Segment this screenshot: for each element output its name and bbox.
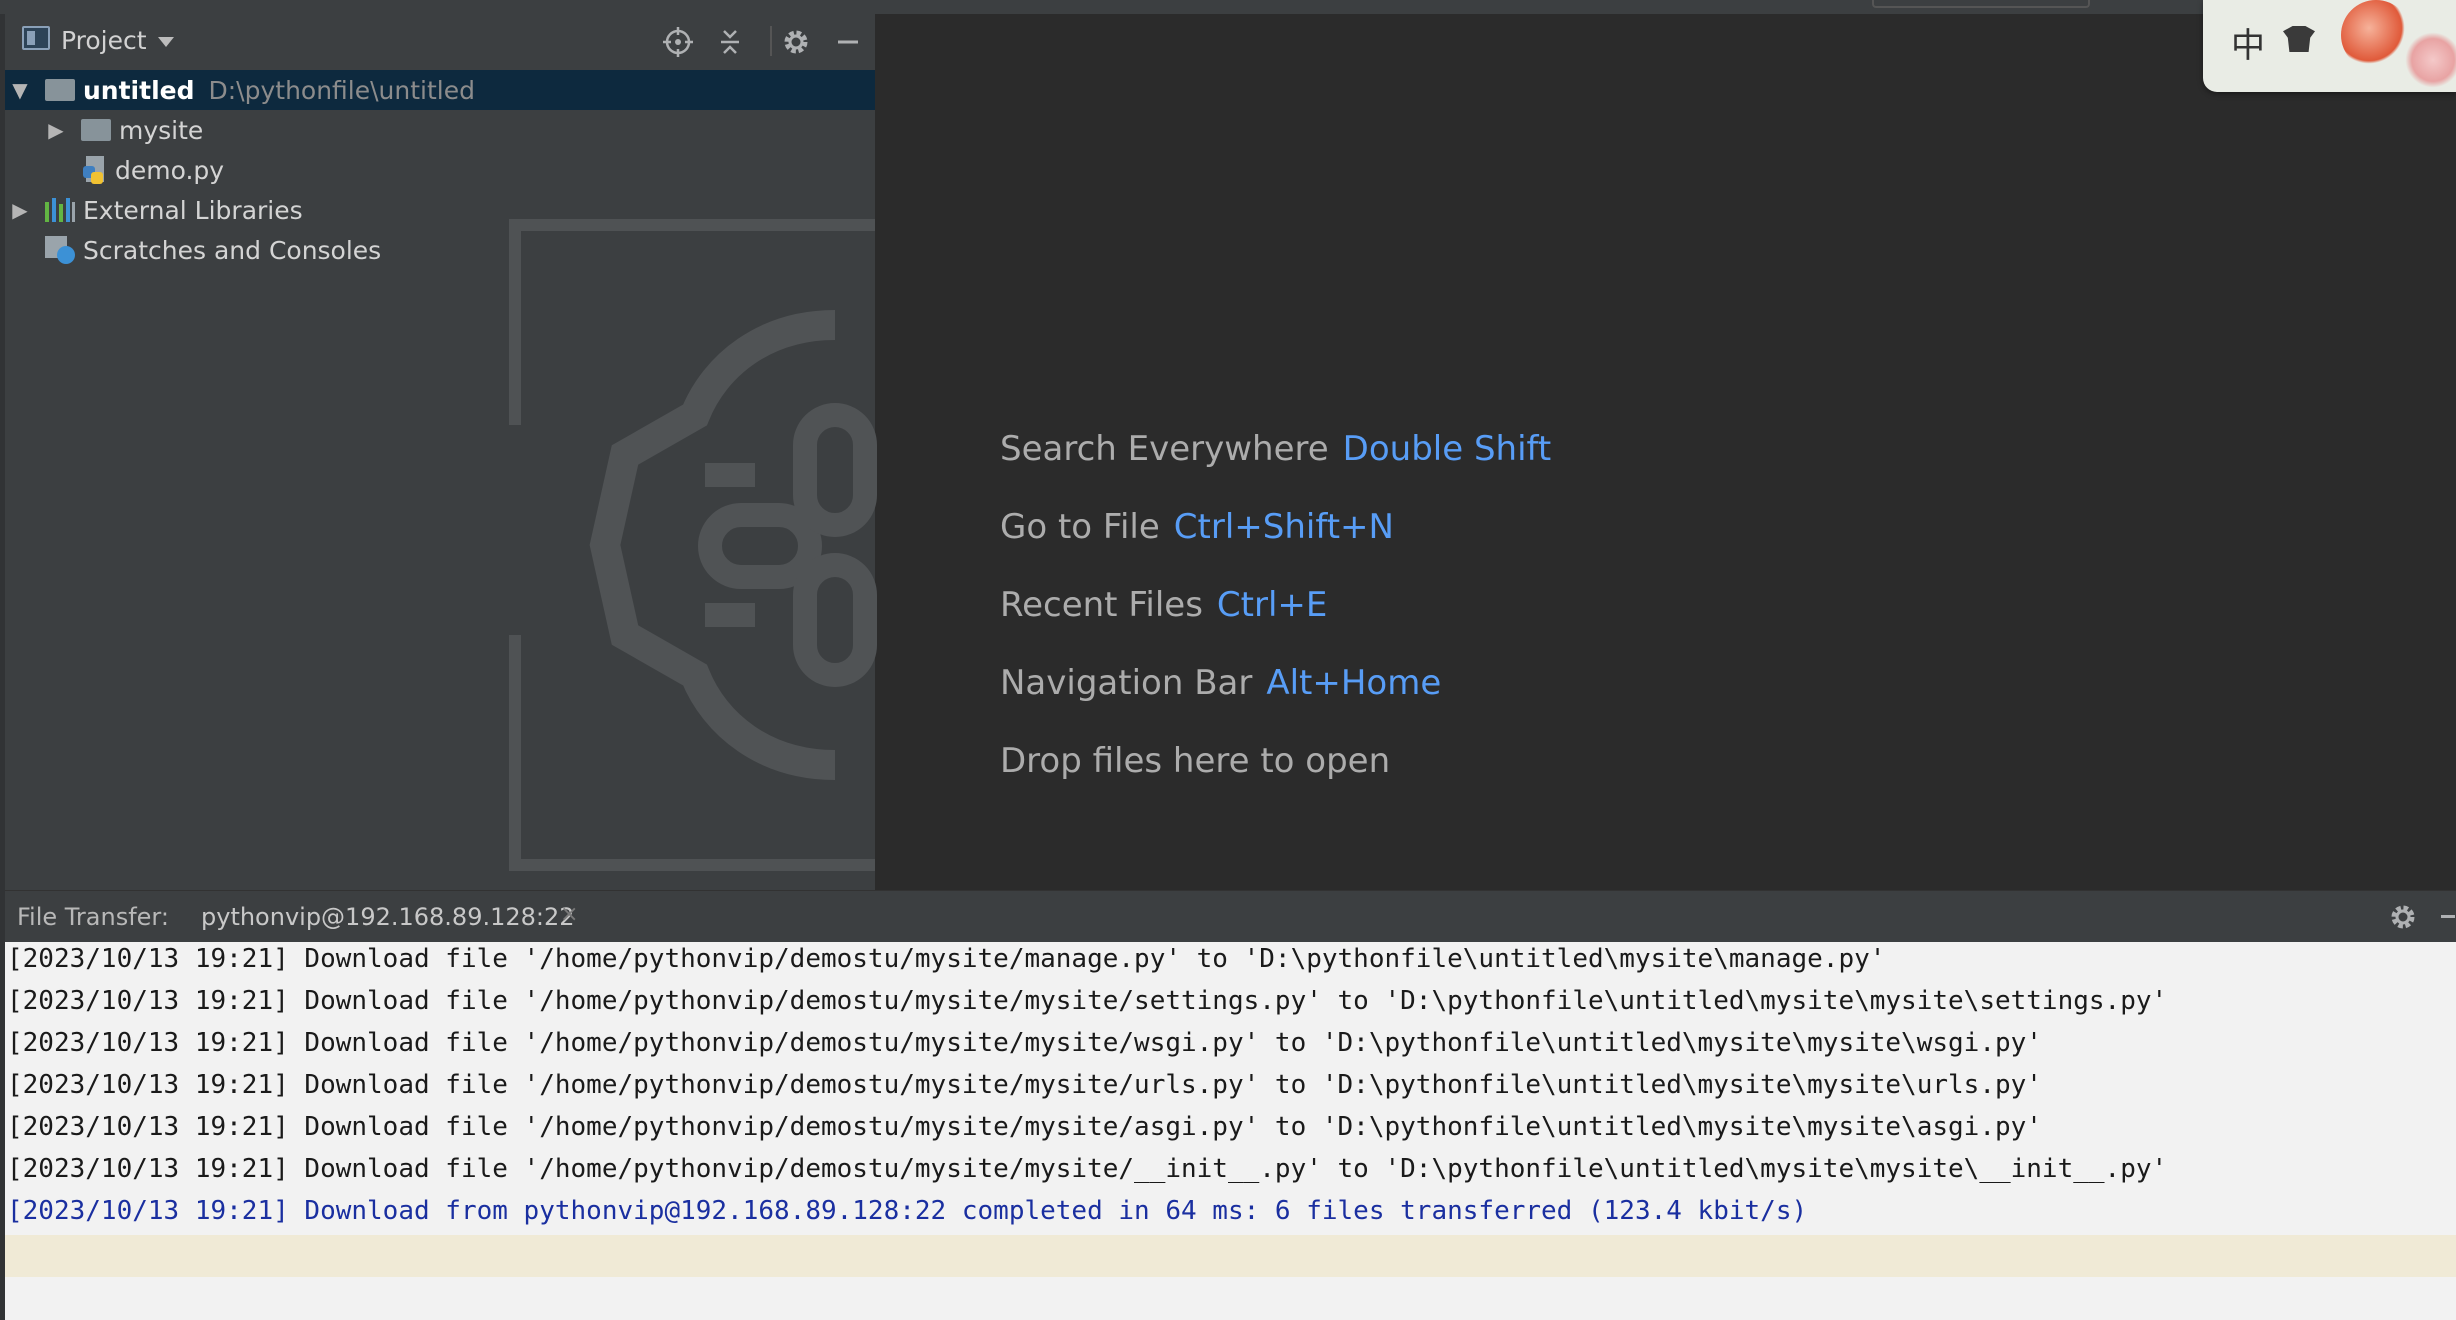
toolbar-field[interactable] (1872, 0, 2090, 8)
project-path-hint: D:\pythonfile\untitled (208, 75, 475, 105)
close-icon[interactable]: × (560, 902, 578, 927)
locate-icon[interactable] (658, 22, 698, 62)
library-icon (45, 198, 75, 222)
project-view-icon (22, 26, 50, 50)
collapse-all-icon[interactable] (710, 22, 750, 62)
hint-action: Go to File (1000, 507, 1160, 547)
hint-shortcut: Ctrl+Shift+N (1173, 507, 1394, 547)
log-line: [2023/10/13 19:21] Download file '/home/… (7, 1112, 2042, 1142)
hint-action: Drop files here to open (1000, 741, 1391, 781)
skin-icon[interactable] (2283, 26, 2315, 52)
project-panel-title[interactable]: Project (61, 26, 147, 55)
tree-item-label: Scratches and Consoles (83, 235, 382, 265)
hint-shortcut: Alt+Home (1266, 663, 1442, 703)
hint-action: Navigation Bar (1000, 663, 1253, 703)
ime-toolbar[interactable]: 中 (2203, 0, 2456, 92)
hint-search-everywhere: Search Everywhere Double Shift (1000, 429, 1551, 469)
fish-decoration-icon (2341, 0, 2411, 70)
flower-decoration-icon (2403, 30, 2456, 90)
project-tree: ▼ untitled D:\pythonfile\untitled ▶ mysi… (5, 70, 875, 270)
current-line-highlight (5, 1235, 2456, 1277)
python-file-icon (83, 156, 107, 184)
hint-shortcut: Double Shift (1342, 429, 1552, 469)
tree-item-external-libraries[interactable]: ▶ External Libraries (5, 190, 875, 230)
tree-item-scratches[interactable]: Scratches and Consoles (5, 230, 875, 270)
tree-item-label: External Libraries (83, 195, 303, 225)
gear-icon[interactable] (2383, 897, 2423, 937)
tree-item-demo-py[interactable]: demo.py (5, 150, 875, 190)
file-transfer-label: File Transfer: (17, 903, 169, 931)
file-transfer-header: File Transfer: pythonvip@192.168.89.128:… (5, 890, 2456, 943)
log-line: [2023/10/13 19:21] Download file '/home/… (7, 1028, 2042, 1058)
hint-go-to-file: Go to File Ctrl+Shift+N (1000, 507, 1394, 547)
expanded-arrow-icon[interactable]: ▼ (5, 78, 35, 102)
log-line: [2023/10/13 19:21] Download file '/home/… (7, 1070, 2042, 1100)
hint-drop-files: Drop files here to open (1000, 741, 1390, 781)
tree-item-label: untitled (83, 75, 195, 105)
file-transfer-log[interactable]: [2023/10/13 19:21] Download file '/home/… (5, 942, 2456, 1320)
hint-action: Search Everywhere (1000, 429, 1329, 469)
gear-icon[interactable] (776, 22, 816, 62)
ime-mode-label[interactable]: 中 (2231, 18, 2265, 67)
hint-action: Recent Files (1000, 585, 1203, 625)
tree-item-label: demo.py (115, 155, 225, 185)
header-divider (770, 26, 772, 56)
project-panel-header: Project (0, 14, 875, 70)
tree-item-mysite[interactable]: ▶ mysite (5, 110, 875, 150)
folder-icon (45, 79, 75, 101)
minimize-icon[interactable] (828, 22, 868, 62)
log-line: [2023/10/13 19:21] Download file '/home/… (7, 986, 2168, 1016)
tree-item-label: mysite (119, 115, 204, 145)
minimize-icon[interactable] (2441, 915, 2455, 918)
chevron-down-icon[interactable] (158, 37, 174, 47)
log-line: [2023/10/13 19:21] Download file '/home/… (7, 944, 1886, 974)
hint-navigation-bar: Navigation Bar Alt+Home (1000, 663, 1441, 703)
hint-shortcut: Ctrl+E (1216, 585, 1328, 625)
collapsed-arrow-icon[interactable]: ▶ (5, 198, 35, 222)
hint-recent-files: Recent Files Ctrl+E (1000, 585, 1327, 625)
logo-watermark (505, 215, 885, 880)
tab-connection[interactable]: pythonvip@192.168.89.128:22 (201, 903, 575, 931)
tree-item-untitled[interactable]: ▼ untitled D:\pythonfile\untitled (5, 70, 875, 110)
scratches-icon (45, 236, 75, 264)
folder-icon (81, 119, 111, 141)
collapsed-arrow-icon[interactable]: ▶ (41, 118, 71, 142)
log-line: [2023/10/13 19:21] Download file '/home/… (7, 1154, 2168, 1184)
log-summary-line: [2023/10/13 19:21] Download from pythonv… (7, 1196, 1808, 1226)
